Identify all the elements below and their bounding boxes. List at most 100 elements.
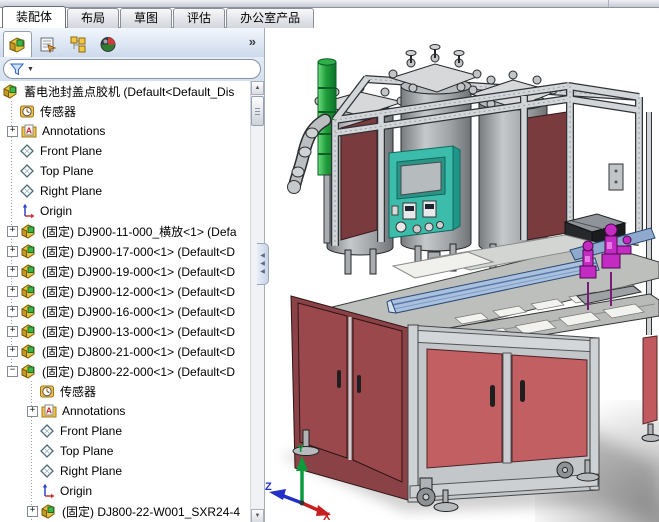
expand-icon[interactable]: + [27,405,38,417]
expand-icon[interactable]: + [7,325,18,337]
sensor-icon [19,103,36,119]
tree-item[interactable]: Right Plane [0,461,251,481]
expand-icon[interactable]: + [7,245,18,257]
annotations-icon: A [41,403,58,419]
assembly-icon [21,263,38,279]
scroll-down-button[interactable]: ▼ [251,509,264,522]
assembly-icon [21,343,38,359]
tree-item-label: 传感器 [40,104,77,119]
tree-filter-input[interactable]: ▼ [3,59,261,79]
tree-item-label: (固定) DJ900-17-000<1> (Default<D [42,244,236,259]
assembly-icon [21,303,38,319]
expand-icon[interactable]: + [7,345,18,357]
tree-item-label: Origin [60,484,93,498]
tree-item[interactable]: + (固定) DJ900-17-000<1> (Default<D [0,241,251,261]
tree-item-label: (固定) DJ900-16-000<1> (Default<D [42,304,236,319]
plane-icon [39,423,56,439]
tree-item-label: (固定) DJ900-12-000<1> (Default<D [42,284,236,299]
plane-icon [19,183,36,199]
expand-icon[interactable]: + [7,265,18,277]
tree-item-label: Annotations [42,124,106,138]
assembly-icon [21,223,38,239]
annotations-icon: A [21,123,38,139]
tree-filter-row: ▼ [0,57,264,81]
tree-item-label: 蓄电池封盖点胶机 (Default<Default_Dis [24,84,235,99]
tab-evaluate[interactable]: 评估 [173,8,226,28]
triad-x-label: X [323,511,331,522]
panel-overflow-chevron[interactable]: » [249,34,256,49]
tree-item[interactable]: 传感器 [0,101,251,121]
feature-tree: 蓄电池封盖点胶机 (Default<Default_Dis 传感器 + A Annota… [0,81,264,522]
tree-item[interactable]: Origin [0,481,251,501]
tree-item[interactable]: 传感器 [0,381,251,401]
assembly-icon [21,363,38,379]
tab-layout[interactable]: 布局 [67,8,120,28]
solidworks-window: Y Z X 装配体 布局 草图 评估 办公室产品 » ▼ 蓄电池封盖点胶机 (D… [0,0,659,522]
tree-item[interactable]: + (固定) DJ900-13-000<1> (Default<D [0,321,251,341]
tree-item[interactable]: − (固定) DJ800-22-000<1> (Default<D [0,361,251,381]
triad-y-label: Y [297,443,305,455]
scroll-up-button[interactable]: ▲ [251,81,264,95]
expand-icon[interactable]: + [7,305,18,317]
assembly-icon [21,243,38,259]
tree-item-label: (固定) DJ900-19-000<1> (Default<D [42,264,236,279]
tree-item[interactable]: + A Annotations [0,121,251,141]
assembly-icon [41,503,58,519]
configurationmanager-icon[interactable] [63,31,92,57]
tree-item-label: Top Plane [60,444,114,458]
tree-item-label: Annotations [62,404,126,418]
tree-item-label: Top Plane [40,164,94,178]
expand-icon[interactable]: + [27,505,38,517]
expand-icon[interactable]: + [7,225,18,237]
tree-item[interactable]: + (固定) DJ900-12-000<1> (Default<D [0,281,251,301]
assembly-icon [21,283,38,299]
tree-item[interactable]: Origin [0,201,251,221]
plane-icon [39,443,56,459]
displaymanager-icon[interactable] [93,31,122,57]
tree-item-label: Front Plane [60,424,123,438]
tree-item[interactable]: + (固定) DJ900-19-000<1> (Default<D [0,261,251,281]
tree-item[interactable]: + (固定) DJ800-21-000<1> (Default<D [0,341,251,361]
expand-icon[interactable]: + [7,285,18,297]
tree-item[interactable]: + (固定) DJ900-11-000_横放<1> (Defa [0,221,251,241]
origin-icon [19,203,36,219]
featuremanager-tree-icon[interactable] [3,31,32,57]
filter-dropdown-arrow[interactable]: ▼ [27,66,34,73]
tree-item[interactable]: Right Plane [0,181,251,201]
assembly-icon [3,83,20,99]
tab-sketch[interactable]: 草图 [120,8,173,28]
tree-item[interactable]: + A Annotations [0,401,251,421]
svg-text:A: A [26,126,32,136]
panel-splitter-handle[interactable]: ◀ ◀ ◀ [257,243,269,285]
scroll-thumb[interactable] [251,96,264,126]
tab-office-products[interactable]: 办公室产品 [226,8,315,28]
tree-item[interactable]: Front Plane [0,141,251,161]
panel-tab-bar: » [0,28,264,57]
tree-item-label: Front Plane [40,144,103,158]
machine-model[interactable]: Y Z X [265,0,659,522]
tree-item-label: (固定) DJ800-21-000<1> (Default<D [42,344,236,359]
expand-icon[interactable]: + [7,125,18,137]
tree-item-label: (固定) DJ800-22-000<1> (Default<D [42,364,236,379]
tree-item[interactable]: Top Plane [0,161,251,181]
tree-item[interactable]: + (固定) DJ800-22-W001_SXR24-4 [0,501,251,521]
tree-item[interactable]: 蓄电池封盖点胶机 (Default<Default_Dis [0,81,251,101]
tree-item-label: Right Plane [40,184,103,198]
graphics-area[interactable]: Y Z X [265,0,659,522]
tree-item[interactable]: + (固定) DJ900-16-000<1> (Default<D [0,301,251,321]
collapse-icon[interactable]: − [7,365,18,377]
assembly-icon [21,323,38,339]
propertymanager-icon[interactable] [33,31,62,57]
filter-funnel-icon [10,63,24,75]
tree-item-label: (固定) DJ900-13-000<1> (Default<D [42,324,236,339]
plane-icon [19,143,36,159]
tab-assembly[interactable]: 装配体 [2,6,67,28]
sensor-icon [39,383,56,399]
tree-item[interactable]: Top Plane [0,441,251,461]
tree-item-label: (固定) DJ900-11-000_横放<1> (Defa [42,224,237,239]
featuremanager-panel: » ▼ 蓄电池封盖点胶机 (Default<Default_Dis 传感器 + A An… [0,27,265,522]
tree-item-label: 传感器 [60,384,97,399]
control-panel[interactable] [388,145,461,239]
tree-item[interactable]: Front Plane [0,421,251,441]
tree-scrollbar[interactable]: ▲ ▼ [250,81,264,522]
